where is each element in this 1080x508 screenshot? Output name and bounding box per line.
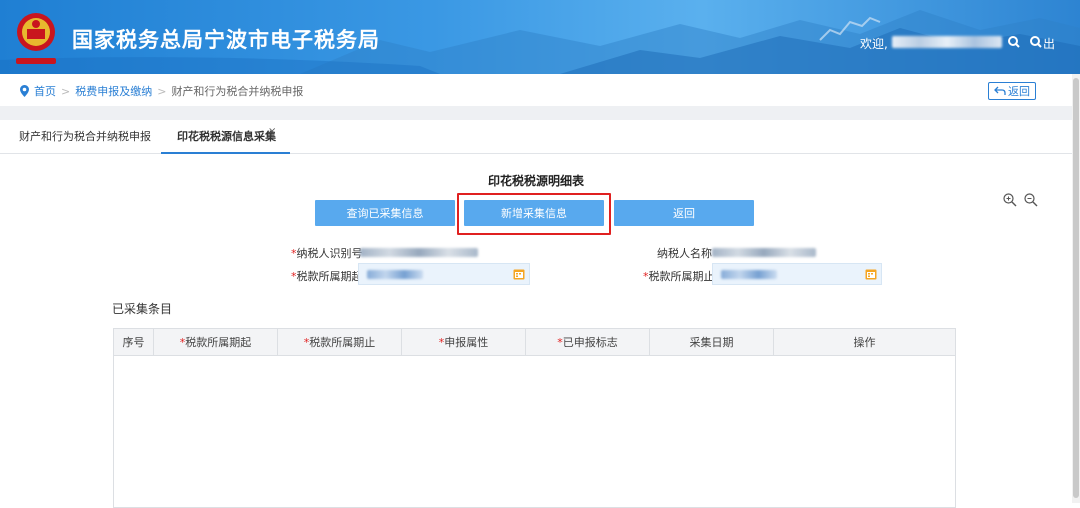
- user-settings-icon[interactable]: [1008, 36, 1020, 48]
- taxpayer-id-label: *纳税人识别号: [291, 247, 363, 260]
- breadcrumb-home[interactable]: 首页: [34, 83, 56, 99]
- zoom-in-icon[interactable]: [1003, 193, 1017, 207]
- period-end-label: *税款所属期止: [643, 270, 715, 283]
- divider-strip: [0, 106, 1072, 120]
- breadcrumb-separator: >: [157, 84, 167, 98]
- column-header-index: 序号: [114, 329, 154, 356]
- welcome-text: 欢迎,: [860, 37, 888, 51]
- period-start-field[interactable]: [358, 263, 530, 285]
- site-title: 国家税务总局宁波市电子税务局: [72, 28, 380, 52]
- tax-motto-icon: [16, 58, 56, 64]
- tab-property-behavior-tax[interactable]: 财产和行为税合并纳税申报: [19, 120, 151, 154]
- tax-emblem-icon: [17, 13, 55, 51]
- zoom-out-icon[interactable]: [1024, 193, 1038, 207]
- period-start-value: [367, 270, 423, 279]
- taxpayer-name-label: 纳税人名称: [657, 247, 712, 260]
- period-end-value: [721, 270, 777, 279]
- column-header-declare-attribute: *申报属性: [402, 329, 526, 356]
- breadcrumb-separator: >: [61, 84, 71, 98]
- column-header-period-end: *税款所属期止: [278, 329, 402, 356]
- breadcrumb: 首页 > 税费申报及缴纳 > 财产和行为税合并纳税申报: [20, 83, 303, 99]
- period-end-field[interactable]: [712, 263, 882, 285]
- close-icon[interactable]: ×: [268, 115, 276, 149]
- location-pin-icon: [20, 85, 29, 97]
- query-collected-button[interactable]: 查询已采集信息: [315, 200, 455, 226]
- logout-icon[interactable]: [1030, 36, 1042, 48]
- taxpayer-id-value: [360, 248, 478, 257]
- column-header-collect-date: 采集日期: [650, 329, 774, 356]
- breadcrumb-tax-declaration[interactable]: 税费申报及缴纳: [75, 83, 152, 99]
- calendar-icon[interactable]: [865, 268, 877, 280]
- column-header-period-start: *税款所属期起: [154, 329, 278, 356]
- column-header-actions: 操作: [853, 336, 876, 349]
- breadcrumb-current: 财产和行为税合并纳税申报: [171, 85, 304, 98]
- tab-label: 印花税税源信息采集: [177, 130, 276, 143]
- tab-bar: 财产和行为税合并纳税申报 印花税税源信息采集 ×: [0, 120, 1072, 154]
- return-arrow-icon: [994, 86, 1006, 95]
- collected-items-table: 序号 *税款所属期起 *税款所属期止 *申报属性 *已申报标志 采集日期 操作: [113, 328, 956, 508]
- logout-link[interactable]: 出: [1043, 35, 1055, 52]
- page-scrollbar[interactable]: [1072, 74, 1080, 503]
- calendar-icon[interactable]: [513, 268, 525, 280]
- taxpayer-name-value: [712, 248, 816, 257]
- collected-items-title: 已采集条目: [112, 302, 173, 316]
- column-header-declared-flag: *已申报标志: [526, 329, 650, 356]
- highlight-box: [457, 193, 611, 235]
- user-name-redacted: [892, 36, 1002, 48]
- site-header: 国家税务总局宁波市电子税务局 欢迎, 出: [0, 0, 1080, 74]
- scrollbar-thumb[interactable]: [1073, 78, 1079, 498]
- back-button[interactable]: 返回: [988, 82, 1036, 100]
- period-start-label: *税款所属期起: [291, 270, 363, 283]
- tab-stamp-tax-collection[interactable]: 印花税税源信息采集 ×: [161, 120, 290, 154]
- breadcrumb-bar: 首页 > 税费申报及缴纳 > 财产和行为税合并纳税申报: [0, 74, 1072, 106]
- table-header: 序号 *税款所属期起 *税款所属期止 *申报属性 *已申报标志 采集日期 操作: [114, 329, 955, 356]
- page-title: 印花税税源明细表: [487, 174, 584, 188]
- back-button-label: 返回: [1008, 85, 1030, 98]
- return-button[interactable]: 返回: [614, 200, 754, 226]
